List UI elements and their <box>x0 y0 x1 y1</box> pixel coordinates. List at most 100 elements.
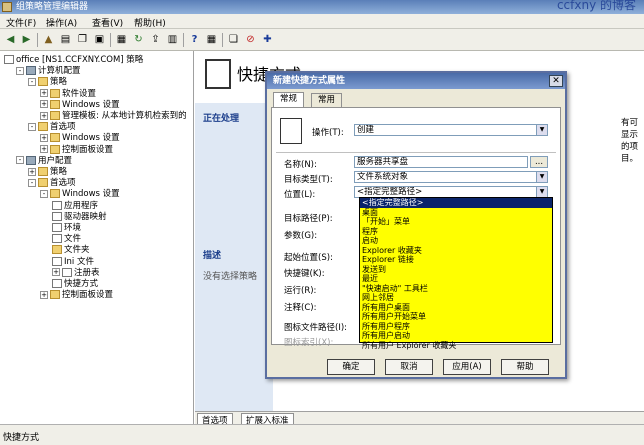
apply-button[interactable]: 应用(A) <box>443 359 491 375</box>
tree-node[interactable]: + Windows 设置 <box>40 99 120 111</box>
expand-icon[interactable]: + <box>40 100 48 109</box>
view-icon[interactable]: ▥ <box>165 32 180 47</box>
tree-node[interactable]: office [NS1.CCFXNY.COM] 策略 <box>4 54 143 66</box>
tree-node[interactable]: + Windows 设置 <box>40 132 120 144</box>
tree-node[interactable]: 环境 <box>52 222 81 234</box>
tree-node[interactable]: - 首选项 <box>28 121 76 133</box>
tree-node[interactable]: - 策略 <box>28 76 67 88</box>
expand-icon[interactable]: + <box>40 133 48 142</box>
cancel-button[interactable]: 取消 <box>385 359 433 375</box>
tree-node[interactable]: + 控制面板设置 <box>40 144 113 156</box>
tree-node[interactable]: + 软件设置 <box>40 88 96 100</box>
dropdown-option[interactable]: 「开始」菜单 <box>360 217 552 227</box>
folder-icon <box>38 122 48 132</box>
folder-icon <box>38 178 48 188</box>
tree-node[interactable]: 文件夹 <box>52 244 90 256</box>
document-icon <box>52 223 62 232</box>
tree-node[interactable]: - Windows 设置 <box>40 188 120 200</box>
tree-node[interactable]: 应用程序 <box>52 200 98 212</box>
tree-node-label: 应用程序 <box>64 200 99 211</box>
forward-icon[interactable]: ▶ <box>19 32 34 47</box>
back-icon[interactable]: ◀ <box>3 32 18 47</box>
close-icon[interactable]: ✕ <box>549 75 563 87</box>
dropdown-option[interactable]: 最近 <box>360 274 552 284</box>
help-icon[interactable]: ? <box>187 32 202 47</box>
dropdown-option[interactable]: 网上邻居 <box>360 293 552 303</box>
expand-icon[interactable]: + <box>40 290 48 299</box>
dropdown-option[interactable]: 桌面 <box>360 208 552 218</box>
menu-action[interactable]: 操作(A) <box>46 16 77 29</box>
document-icon <box>52 234 62 244</box>
menu-help[interactable]: 帮助(H) <box>134 16 166 29</box>
tree-node[interactable]: 驱动器映射 <box>52 211 107 223</box>
ok-button[interactable]: 确定 <box>327 359 375 375</box>
dropdown-option[interactable]: 所有用户启动 <box>360 331 552 341</box>
icon-path-label: 图标文件路径(I): <box>284 323 348 333</box>
menu-file[interactable]: 文件(F) <box>6 16 36 29</box>
help-button[interactable]: 帮助 <box>501 359 549 375</box>
copy-icon[interactable]: ❐ <box>75 32 90 47</box>
tree-node[interactable]: + 管理模板: 从本地计算机检索到的 <box>40 110 187 122</box>
tree-node[interactable]: + 策略 <box>28 166 67 178</box>
collapse-icon[interactable]: - <box>16 156 24 165</box>
tree-node-label: Windows 设置 <box>62 133 120 144</box>
tree-node[interactable]: - 用户配置 <box>16 155 72 167</box>
tree-node[interactable]: - 首选项 <box>28 177 76 189</box>
paste-icon[interactable]: ▣ <box>92 32 107 47</box>
tree-node[interactable]: + 控制面板设置 <box>40 289 113 301</box>
expand-icon[interactable]: + <box>28 167 36 176</box>
dropdown-option[interactable]: Explorer 收藏夹 <box>360 246 552 256</box>
name-field[interactable]: 服务器共享盘 <box>354 156 528 168</box>
chevron-down-icon: ▼ <box>536 172 547 182</box>
action-label: 操作(T): <box>312 128 344 138</box>
dropdown-option[interactable]: <指定完整路径> <box>360 198 552 208</box>
collapse-icon[interactable]: - <box>40 189 48 198</box>
side-panel: 正在处理 描述 没有选择策略 <box>195 103 273 411</box>
target-type-select[interactable]: 文件系统对象 ▼ <box>354 171 548 183</box>
grid-icon[interactable]: ▦ <box>204 32 219 47</box>
action-select[interactable]: 创建 ▼ <box>354 124 548 136</box>
dropdown-option[interactable]: 所有用户桌面 <box>360 303 552 313</box>
processing-heading: 正在处理 <box>203 114 240 124</box>
expand-icon[interactable]: + <box>40 111 48 120</box>
document-icon <box>62 267 72 277</box>
name-label: 名称(N): <box>284 160 317 170</box>
tree-node[interactable]: 快捷方式 <box>52 278 98 290</box>
browse-button[interactable]: ... <box>530 156 548 168</box>
toolbar-separator <box>37 33 38 47</box>
collapse-icon[interactable]: - <box>28 178 36 187</box>
show-tree-icon[interactable]: ▤ <box>58 32 73 47</box>
dropdown-option[interactable]: 所有用户程序 <box>360 322 552 332</box>
extension-tabs: 首选项 扩展入标准 <box>195 411 644 427</box>
refresh-icon[interactable]: ↻ <box>131 32 146 47</box>
location-label: 位置(L): <box>284 190 316 200</box>
dropdown-option[interactable]: "快速启动" 工具栏 <box>360 284 552 294</box>
dropdown-option[interactable]: 所有用户 Explorer 收藏夹 <box>360 341 552 351</box>
dropdown-option[interactable]: 程序 <box>360 227 552 237</box>
dropdown-option[interactable]: 所有用户开始菜单 <box>360 312 552 322</box>
properties-icon[interactable]: ▦ <box>114 32 129 47</box>
dropdown-option[interactable]: Explorer 链接 <box>360 255 552 265</box>
add-icon[interactable]: ✚ <box>260 32 275 47</box>
chevron-down-icon: ▼ <box>536 125 547 135</box>
divider <box>276 152 556 153</box>
menu-view[interactable]: 查看(V) <box>92 16 123 29</box>
tab-general[interactable]: 常规 <box>273 92 305 108</box>
expand-icon[interactable]: + <box>40 89 48 98</box>
delete-icon[interactable]: ⊘ <box>243 32 258 47</box>
new-item-icon[interactable]: ❏ <box>226 32 241 47</box>
expand-icon[interactable]: + <box>52 268 60 277</box>
export-icon[interactable]: ⇪ <box>148 32 163 47</box>
collapse-icon[interactable]: - <box>16 66 24 75</box>
tree-node[interactable]: 文件 <box>52 233 81 245</box>
tree-node[interactable]: - 计算机配置 <box>16 65 81 77</box>
dropdown-option[interactable]: 发送到 <box>360 265 552 275</box>
collapse-icon[interactable]: - <box>28 122 36 131</box>
tree-node[interactable]: Ini 文件 <box>52 256 94 268</box>
tab-common[interactable]: 常用 <box>311 93 343 107</box>
collapse-icon[interactable]: - <box>28 77 36 86</box>
up-folder-icon[interactable]: ▲ <box>41 32 56 47</box>
tree-node[interactable]: + 注册表 <box>52 267 100 279</box>
expand-icon[interactable]: + <box>40 145 48 154</box>
dropdown-option[interactable]: 启动 <box>360 236 552 246</box>
